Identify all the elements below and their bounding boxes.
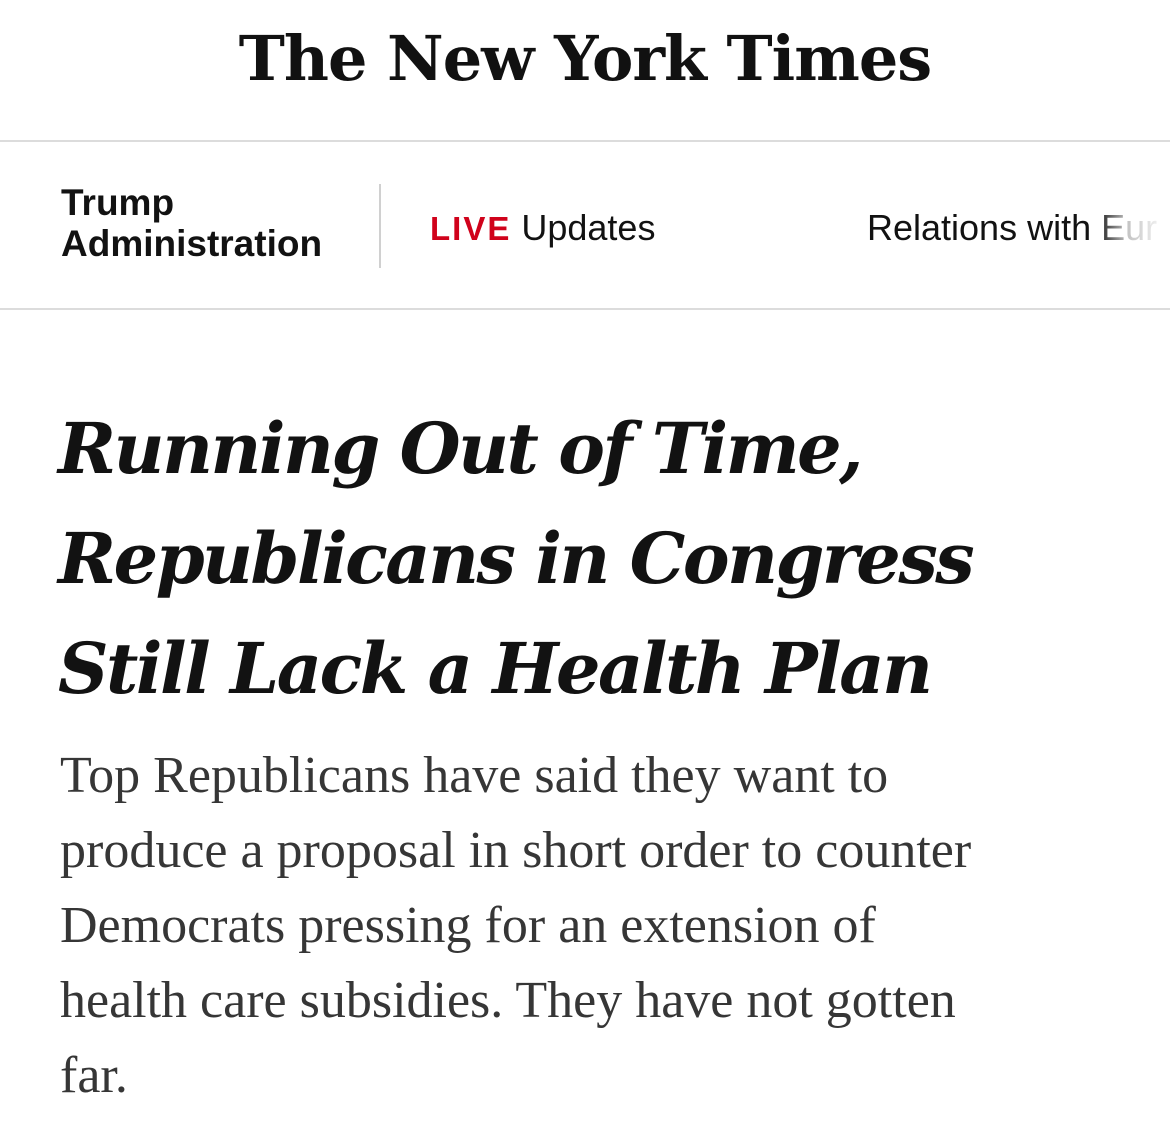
summary-line: Democrats pressing for an extension of bbox=[60, 897, 876, 954]
section-label-line: Trump bbox=[61, 182, 175, 223]
nav-divider bbox=[379, 184, 381, 268]
summary-line: health care subsidies. They have not got… bbox=[60, 972, 956, 1029]
headline-line: Running Out of Time, bbox=[58, 407, 864, 490]
article-summary: Top Republicans have said they want to p… bbox=[60, 738, 1140, 1113]
live-updates-link[interactable]: LIVE Updates bbox=[430, 206, 655, 251]
nyt-logo[interactable]: The New York Times bbox=[0, 22, 1170, 96]
masthead: The New York Times bbox=[0, 0, 1170, 142]
live-updates-label: Updates bbox=[521, 207, 656, 248]
summary-line: Top Republicans have said they want to bbox=[60, 747, 889, 804]
relations-with-europe-link[interactable]: Relations with Eur bbox=[867, 206, 1157, 250]
section-link-trump-administration[interactable]: Trump Administration bbox=[61, 182, 361, 264]
article-headline: Running Out of Time, Republicans in Cong… bbox=[58, 394, 1138, 724]
headline-line: Republicans in Congress bbox=[58, 517, 975, 600]
headline-line: Still Lack a Health Plan bbox=[58, 627, 933, 710]
summary-line: produce a proposal in short order to cou… bbox=[60, 822, 972, 879]
live-badge: LIVE bbox=[430, 210, 512, 247]
section-nav: Trump Administration LIVE Updates Relatio… bbox=[0, 142, 1170, 310]
section-label-line: Administration bbox=[61, 223, 323, 264]
summary-line: far. bbox=[60, 1047, 128, 1104]
